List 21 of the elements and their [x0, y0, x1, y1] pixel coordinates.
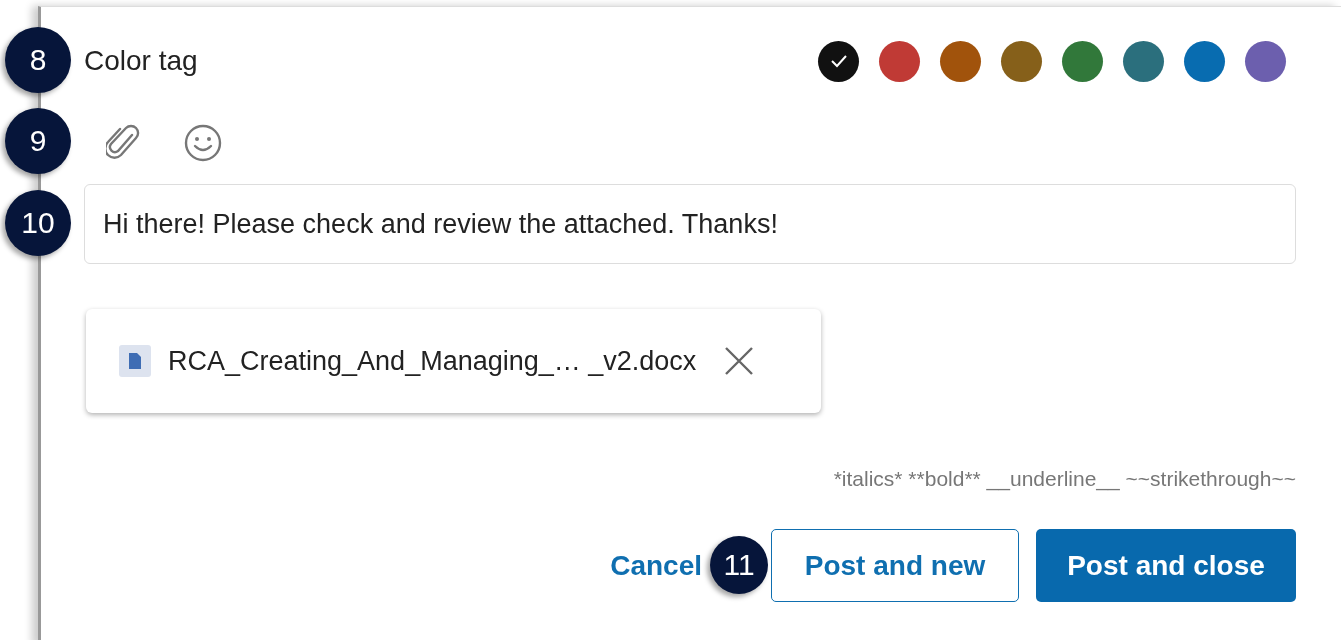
- color-swatch[interactable]: [818, 40, 859, 82]
- attachment-file-name: RCA_Creating_And_Managing_… _v2.docx: [168, 345, 697, 377]
- message-field[interactable]: Hi there! Please check and review the attached. Thanks!: [84, 184, 1296, 264]
- close-icon[interactable]: [724, 346, 755, 376]
- color-swatch[interactable]: [1001, 40, 1042, 82]
- color-tag-label: Color tag: [84, 45, 198, 77]
- post-and-new-button[interactable]: Post and new: [771, 529, 1019, 602]
- color-swatch[interactable]: [940, 40, 981, 82]
- step-number-badge: 9: [5, 108, 71, 174]
- step-number-badge: 8: [5, 27, 71, 93]
- smiley-icon[interactable]: [184, 124, 222, 162]
- color-swatch[interactable]: [1245, 40, 1286, 82]
- cancel-link[interactable]: Cancel: [610, 529, 702, 602]
- step-number-badge: 10: [5, 190, 71, 256]
- formatting-hint: *italics* **bold** __underline__ ~~strikethrough~~: [833, 467, 1296, 491]
- color-swatch[interactable]: [1184, 40, 1225, 82]
- color-swatch[interactable]: [1062, 40, 1103, 82]
- color-swatch[interactable]: [879, 40, 920, 82]
- post-and-close-button[interactable]: Post and close: [1036, 529, 1296, 602]
- document-icon: [119, 345, 151, 377]
- color-swatch[interactable]: [1123, 40, 1164, 82]
